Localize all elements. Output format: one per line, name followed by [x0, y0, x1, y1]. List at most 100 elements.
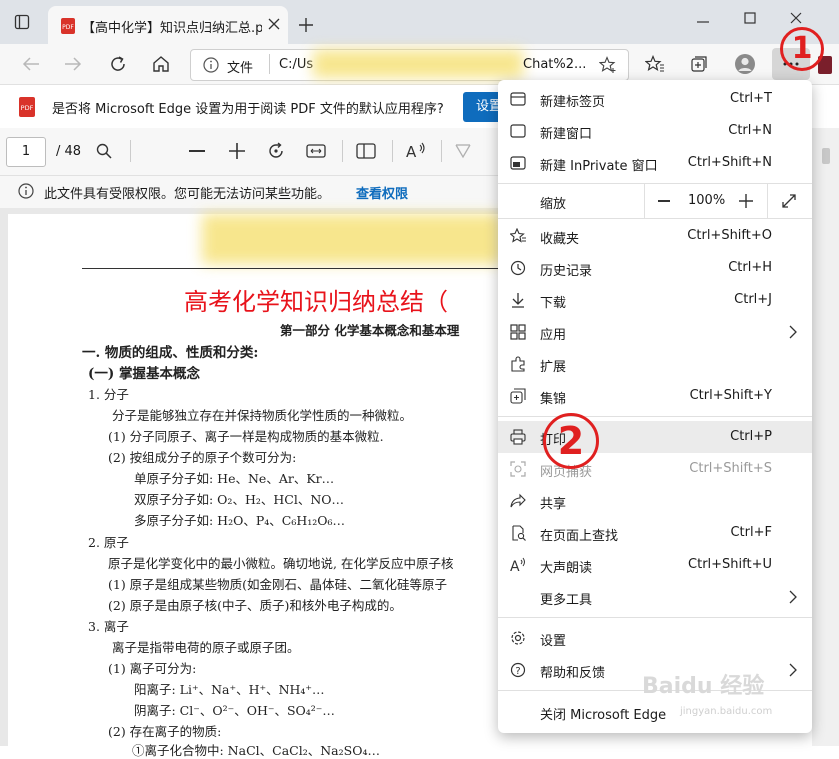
menu-item-downloads[interactable]: 下载 Ctrl+J	[498, 284, 812, 316]
document-part-heading: 第一部分 化学基本概念和基本理	[280, 323, 460, 338]
fit-page-icon[interactable]	[306, 143, 326, 159]
back-icon[interactable]	[22, 56, 40, 72]
url-end: Chat%2...	[523, 57, 587, 72]
menu-item-label: 历史记录	[540, 264, 593, 279]
chevron-right-icon	[788, 589, 798, 605]
doc-line: (2) 存在离子的物质:	[108, 724, 222, 739]
favorites-bar-icon[interactable]	[645, 55, 665, 73]
menu-separator	[498, 617, 812, 618]
maximize-icon[interactable]	[744, 12, 756, 24]
doc-line: (1) 分子同原子、离子一样是构成物质的基本微粒.	[108, 429, 384, 444]
infobar-message: 是否将 Microsoft Edge 设置为用于阅读 PDF 文件的默认应用程序…	[52, 102, 444, 117]
menu-item-more-tools[interactable]: 更多工具	[498, 581, 812, 613]
page-number-input[interactable]: 1	[6, 137, 46, 167]
print-icon	[510, 429, 526, 445]
url-redaction	[313, 50, 523, 78]
menu-item-new-inprivate[interactable]: 新建 InPrivate 窗口 Ctrl+Shift+N	[498, 147, 812, 179]
zoom-in-menu-icon[interactable]	[739, 194, 753, 208]
forward-icon[interactable]	[64, 56, 82, 72]
menu-item-label: 应用	[540, 328, 567, 343]
menu-item-shortcut: Ctrl+T	[730, 91, 772, 106]
tab-active[interactable]: PDF 【高中化学】知识点归纳汇总.pdf	[48, 6, 288, 44]
inprivate-icon	[510, 155, 526, 171]
doc-line: (2) 原子是由原子核(中子、质子)和核外电子构成的。	[108, 598, 402, 613]
annotation-step-1: 1	[780, 27, 824, 71]
close-tab-icon[interactable]	[268, 18, 280, 30]
collections-icon	[510, 388, 526, 404]
doc-line: (1) 原子是组成某些物质(如金刚石、晶体硅、二氧化硅等原子	[108, 577, 448, 592]
svg-text:A: A	[406, 143, 417, 160]
doc-line: 单原子分子如: He、Ne、Ar、Kr…	[134, 471, 335, 486]
minimize-icon[interactable]	[697, 16, 709, 28]
doc-line: ①离子化合物中: NaCl、CaCl₂、Na₂SO₄…	[132, 743, 380, 758]
svg-text:?: ?	[515, 666, 520, 677]
menu-item-favorites[interactable]: 收藏夹 Ctrl+Shift+O	[498, 220, 812, 252]
address-bar[interactable]: 文件 C:/Us Chat%2...	[190, 49, 629, 81]
menu-item-shortcut: Ctrl+F	[730, 525, 772, 540]
menu-item-extensions[interactable]: 扩展	[498, 348, 812, 380]
doc-line: 3. 离子	[88, 619, 129, 634]
menu-item-shortcut: Ctrl+Shift+U	[688, 557, 772, 572]
close-window-icon[interactable]	[790, 12, 802, 24]
menu-separator	[498, 416, 812, 417]
menu-item-label: 下载	[540, 296, 567, 311]
new-window-icon	[510, 123, 526, 139]
zoom-out-icon[interactable]	[189, 150, 205, 152]
tab-actions-icon[interactable]	[14, 14, 30, 30]
rotate-icon[interactable]	[267, 142, 285, 160]
menu-item-read-aloud[interactable]: A 大声朗读 Ctrl+Shift+U	[498, 549, 812, 581]
doc-line: 多原子分子如: H₂O、P₄、C₆H₁₂O₆…	[134, 513, 346, 528]
help-icon: ?	[510, 662, 526, 678]
menu-item-shortcut: Ctrl+Shift+Y	[689, 388, 772, 403]
info-icon[interactable]	[203, 57, 219, 73]
profile-avatar-icon[interactable]	[734, 53, 756, 75]
scrollbar-thumb[interactable]	[822, 148, 830, 164]
menu-item-label: 关闭 Microsoft Edge	[540, 708, 667, 723]
menu-item-shortcut: Ctrl+Shift+N	[687, 155, 772, 170]
zoom-in-icon[interactable]	[229, 143, 245, 159]
fullscreen-icon[interactable]	[782, 194, 796, 208]
baidu-watermark-url: jingyan.baidu.com	[680, 706, 773, 717]
svg-text:A: A	[510, 559, 520, 573]
home-icon[interactable]	[152, 55, 170, 73]
menu-item-shortcut: Ctrl+P	[730, 429, 772, 444]
favorites-icon	[510, 228, 526, 244]
doc-line: 一. 物质的组成、性质和分类:	[82, 345, 259, 361]
menu-item-new-tab[interactable]: 新建标签页 Ctrl+T	[498, 83, 812, 115]
menu-item-shortcut: Ctrl+N	[728, 123, 772, 138]
menu-item-history[interactable]: 历史记录 Ctrl+H	[498, 252, 812, 284]
toolbar-divider	[342, 140, 343, 162]
refresh-icon[interactable]	[109, 55, 127, 73]
set-default-button[interactable]: 设置	[463, 92, 503, 122]
settings-and-more-menu: 新建标签页 Ctrl+T 新建窗口 Ctrl+N 新建 InPrivate 窗口…	[498, 80, 812, 733]
menu-item-find[interactable]: 在页面上查找 Ctrl+F	[498, 517, 812, 549]
new-tab-plus-icon[interactable]	[299, 18, 313, 32]
menu-item-label: 扩展	[540, 360, 567, 375]
read-aloud-toolbar-icon[interactable]: A	[406, 142, 428, 160]
menu-item-collections[interactable]: 集锦 Ctrl+Shift+Y	[498, 380, 812, 412]
menu-item-label: 设置	[540, 634, 567, 649]
menu-item-new-window[interactable]: 新建窗口 Ctrl+N	[498, 115, 812, 147]
collections-toolbar-icon[interactable]	[690, 55, 710, 73]
zoom-out-menu-icon[interactable]	[658, 200, 670, 202]
web-capture-icon	[510, 461, 526, 477]
svg-text:PDF: PDF	[21, 104, 34, 112]
menu-item-label: 更多工具	[540, 593, 593, 608]
doc-line: (2) 按组成分子的原子个数可分为:	[108, 450, 297, 465]
doc-line: 阴离子: Cl⁻、O²⁻、OH⁻、SO₄²⁻…	[134, 703, 335, 718]
history-icon	[510, 260, 526, 276]
page-view-icon[interactable]	[356, 143, 376, 159]
scrollbar[interactable]	[812, 128, 839, 746]
pdf-file-icon: PDF	[60, 18, 76, 34]
menu-separator	[498, 218, 812, 219]
page-total: / 48	[56, 144, 82, 159]
add-favorite-icon[interactable]	[599, 56, 617, 74]
search-icon[interactable]	[96, 143, 112, 159]
menu-item-settings[interactable]: 设置	[498, 622, 812, 654]
menu-item-share[interactable]: 共享	[498, 485, 812, 517]
menu-item-shortcut: Ctrl+J	[734, 292, 772, 307]
annotation-step-2: 2	[543, 413, 599, 469]
draw-icon[interactable]	[455, 143, 471, 159]
view-permissions-link[interactable]: 查看权限	[356, 183, 408, 202]
menu-item-apps[interactable]: 应用	[498, 316, 812, 348]
